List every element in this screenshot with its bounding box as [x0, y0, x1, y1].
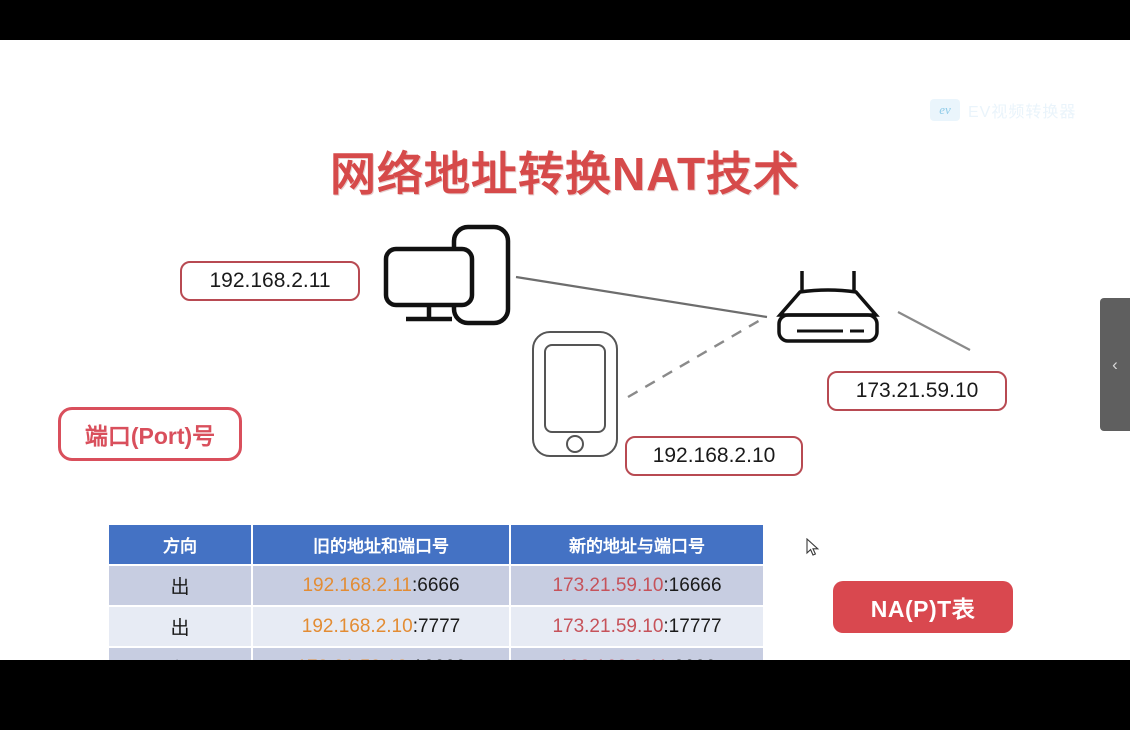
video-player: ev EV视频转换器 网络地址转换NAT技术 192.168.2.11 192.… [0, 0, 1130, 730]
cell-direction: 出 [109, 607, 251, 646]
new-ip: 173.21.59.10 [552, 615, 664, 637]
old-port: :6666 [411, 574, 460, 596]
cell-old-address: 173.21.59.10:16666 [253, 648, 509, 660]
cell-new-address: 173.21.59.10:17777 [511, 607, 763, 646]
label-phone-ip: 192.168.2.10 [625, 436, 803, 476]
table-header-row: 方向 旧的地址和端口号 新的地址与端口号 [109, 525, 763, 564]
cell-old-address: 192.168.2.11:6666 [253, 566, 509, 605]
old-port: :7777 [412, 615, 461, 637]
table-row: 出 192.168.2.11:6666 173.21.59.10:16666 [109, 566, 763, 605]
slide-canvas: ev EV视频转换器 网络地址转换NAT技术 192.168.2.11 192.… [0, 40, 1130, 660]
new-port: :17777 [663, 615, 722, 637]
cell-new-address: 173.21.59.10:16666 [511, 566, 763, 605]
label-router-ip: 173.21.59.10 [827, 371, 1007, 411]
new-ip: 173.21.59.10 [552, 574, 664, 596]
link-pc-router [515, 275, 768, 319]
cell-direction: 出 [109, 566, 251, 605]
label-pc-ip: 192.168.2.11 [180, 261, 360, 301]
label-port-note: 端口(Port)号 [58, 407, 242, 461]
header-old-address: 旧的地址和端口号 [253, 525, 509, 564]
desktop-computer-icon [383, 224, 511, 326]
cell-new-address: 192.168.2.11:6666 [511, 648, 763, 660]
new-port: :6666 [668, 657, 716, 661]
wireless-router-icon [776, 271, 880, 343]
old-ip: 192.168.2.11 [302, 574, 412, 596]
nat-translation-table: 方向 旧的地址和端口号 新的地址与端口号 出 192.168.2.11:6666… [107, 523, 765, 660]
mouse-cursor [806, 538, 820, 556]
cell-direction: 入 [109, 648, 251, 660]
collapse-panel-handle[interactable]: ‹ [1100, 298, 1130, 431]
link-router-internet [897, 311, 971, 351]
table-row: 出 192.168.2.10:7777 173.21.59.10:17777 [109, 607, 763, 646]
new-port: :16666 [663, 574, 722, 596]
new-ip: 192.168.2.11 [558, 657, 668, 661]
smartphone-icon [532, 331, 618, 457]
old-port: :16666 [407, 657, 465, 661]
link-phone-router [627, 317, 763, 399]
napt-table-callout: NA(P)T表 [833, 581, 1013, 633]
old-ip: 192.168.2.10 [301, 615, 413, 637]
cell-old-address: 192.168.2.10:7777 [253, 607, 509, 646]
header-new-address: 新的地址与端口号 [511, 525, 763, 564]
old-ip: 173.21.59.10 [296, 657, 407, 661]
table-row: 入 173.21.59.10:16666 192.168.2.11:6666 [109, 648, 763, 660]
header-direction: 方向 [109, 525, 251, 564]
